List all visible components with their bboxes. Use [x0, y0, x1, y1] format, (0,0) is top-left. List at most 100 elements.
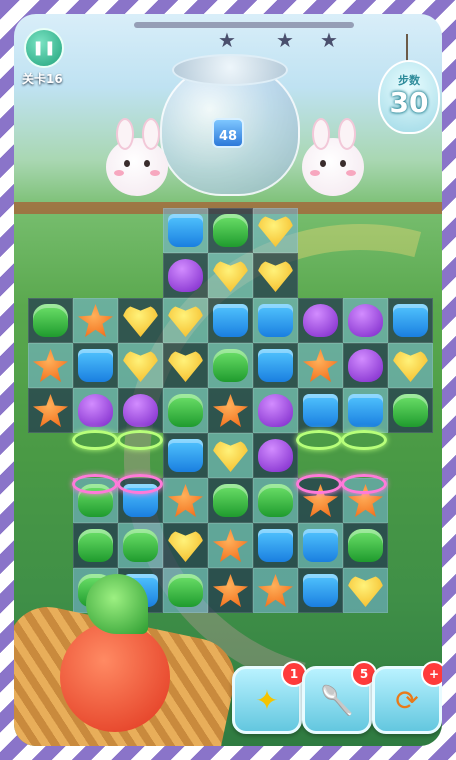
board-cell[interactable]	[28, 298, 73, 343]
board-cell[interactable]	[208, 433, 253, 478]
orange-candy-icon	[303, 349, 338, 382]
board-cell[interactable]	[163, 478, 208, 523]
shuffle-icon: ⟳	[395, 683, 419, 717]
bunny-left	[106, 118, 168, 196]
board-cell[interactable]	[388, 298, 433, 343]
pause-button[interactable]: ❚❚	[24, 28, 64, 68]
green-candy-icon	[213, 484, 248, 517]
board-cell[interactable]	[28, 388, 73, 433]
board-cell[interactable]	[118, 298, 163, 343]
board-cell[interactable]	[28, 343, 73, 388]
goal-jar-lid	[172, 54, 288, 86]
goal-target-counter: 48	[212, 118, 244, 148]
carrot-leaf-icon	[86, 574, 148, 634]
blue-candy-icon	[168, 439, 203, 472]
board-cell[interactable]	[73, 388, 118, 433]
board-cell[interactable]	[208, 253, 253, 298]
board-cell[interactable]	[163, 343, 208, 388]
blue-candy-icon	[213, 304, 248, 337]
yellow-candy-icon	[213, 260, 248, 292]
orange-candy-icon	[258, 574, 293, 607]
board-cell[interactable]	[208, 523, 253, 568]
purple-candy-icon	[258, 439, 293, 472]
yellow-candy-icon	[393, 350, 428, 382]
portal-entry-pink	[72, 474, 118, 494]
board-cell[interactable]	[73, 298, 118, 343]
board-cell[interactable]	[253, 568, 298, 613]
magic-wand-icon: ✦	[255, 683, 279, 717]
board-cell[interactable]	[208, 208, 253, 253]
board-cell[interactable]	[343, 388, 388, 433]
board-cell[interactable]	[343, 343, 388, 388]
board-cell[interactable]	[163, 523, 208, 568]
blue-candy-icon	[168, 214, 203, 247]
board-cell[interactable]	[253, 343, 298, 388]
board-cell[interactable]	[253, 208, 298, 253]
board-cell[interactable]	[253, 253, 298, 298]
board-cell[interactable]	[388, 343, 433, 388]
blue-candy-icon	[393, 304, 428, 337]
board-cell[interactable]	[163, 253, 208, 298]
board-cell[interactable]	[343, 298, 388, 343]
booster-magic-wand[interactable]: ✦ 1	[232, 661, 307, 734]
board-cell[interactable]	[298, 388, 343, 433]
board-cell[interactable]	[73, 343, 118, 388]
orange-candy-icon	[213, 529, 248, 562]
portal-entry-pink	[341, 474, 387, 494]
green-candy-icon	[168, 394, 203, 427]
board-cell[interactable]	[298, 343, 343, 388]
progress-star-icon: ★	[320, 28, 338, 52]
blue-candy-icon	[303, 394, 338, 427]
board-cell[interactable]	[253, 388, 298, 433]
board-cell[interactable]	[163, 433, 208, 478]
orange-candy-icon	[33, 394, 68, 427]
progress-star-icon: ★	[276, 28, 294, 52]
board-cell[interactable]	[163, 208, 208, 253]
yellow-candy-icon	[213, 440, 248, 472]
board-cell[interactable]	[253, 523, 298, 568]
booster-count-badge: +	[421, 661, 442, 687]
board-cell[interactable]	[118, 343, 163, 388]
board-cell[interactable]	[73, 523, 118, 568]
portal-exit-green	[117, 430, 163, 450]
green-candy-icon	[213, 214, 248, 247]
board-cell[interactable]	[208, 478, 253, 523]
board-cell[interactable]	[118, 388, 163, 433]
yellow-candy-icon	[258, 215, 293, 247]
orange-candy-icon	[168, 484, 203, 517]
purple-candy-icon	[123, 394, 158, 427]
moves-counter: 步数 30	[378, 60, 440, 134]
booster-shuffle[interactable]: ⟳ +	[372, 661, 442, 734]
yellow-candy-icon	[258, 260, 293, 292]
board-cell[interactable]	[298, 298, 343, 343]
board-cell[interactable]	[298, 523, 343, 568]
level-label: 关卡16	[22, 72, 63, 86]
board-cell[interactable]	[253, 478, 298, 523]
carrot-icon	[60, 622, 170, 732]
yellow-candy-icon	[168, 305, 203, 337]
blue-candy-icon	[303, 574, 338, 607]
board-cell[interactable]	[298, 568, 343, 613]
blue-candy-icon	[348, 394, 383, 427]
board-cell[interactable]	[118, 523, 163, 568]
board-cell[interactable]	[253, 298, 298, 343]
portal-exit-green	[72, 430, 118, 450]
board-cell[interactable]	[163, 298, 208, 343]
board-cell[interactable]	[208, 343, 253, 388]
bunny-right	[302, 118, 364, 196]
booster-spoon[interactable]: 🥄 5	[302, 661, 377, 734]
spoon-icon: 🥄	[319, 683, 355, 717]
board-cell[interactable]	[253, 433, 298, 478]
purple-candy-icon	[78, 394, 113, 427]
board-cell[interactable]	[208, 298, 253, 343]
portal-entry-pink	[117, 474, 163, 494]
board-cell[interactable]	[163, 388, 208, 433]
board-cell[interactable]	[343, 523, 388, 568]
moves-value: 30	[389, 86, 429, 119]
board-cell[interactable]	[388, 388, 433, 433]
game-screen: ★ ★ ★ ❚❚ 关卡16 步数 30 48 ✦ 1 🥄 5 ⟳ +	[14, 14, 442, 746]
board-cell[interactable]	[343, 568, 388, 613]
board-cell[interactable]	[208, 388, 253, 433]
yellow-candy-icon	[123, 305, 158, 337]
yellow-candy-icon	[123, 350, 158, 382]
